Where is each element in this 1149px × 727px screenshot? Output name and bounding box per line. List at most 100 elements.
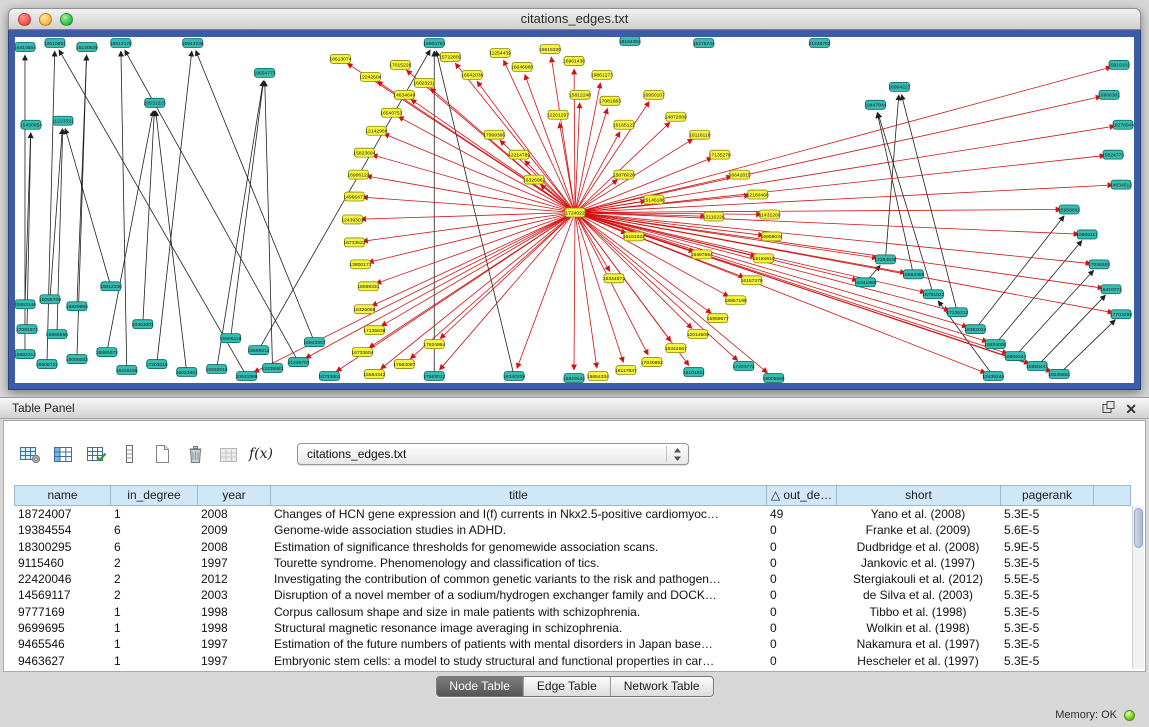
graph-node[interactable]: 16326059 [353,305,375,314]
float-panel-icon[interactable] [1102,399,1115,419]
graph-node[interactable]: 16904763 [423,38,445,47]
graph-node[interactable]: 19861273 [591,70,613,79]
graph-node[interactable]: 15932016 [206,365,228,374]
graph-node[interactable]: 16904227 [888,82,910,91]
cell-short[interactable]: de Silva et al. (2003) [836,587,1000,603]
graph-node[interactable]: 16410771 [1100,285,1122,294]
cell-name[interactable]: 18300295 [14,539,110,555]
table-settings-button[interactable] [17,441,43,467]
cell-year[interactable]: 1997 [197,636,270,652]
graph-node[interactable]: 17015226 [389,60,411,69]
cell-name[interactable]: 18724007 [14,506,110,522]
function-builder-button[interactable]: f(x) [248,441,274,467]
graph-node[interactable]: 12116228 [703,212,725,221]
graph-node[interactable]: 15506722 [36,360,58,369]
graph-node[interactable]: 18613074 [329,54,351,63]
graph-node[interactable]: 17703298 [1110,310,1132,319]
cell-short[interactable]: Stergiakouli et al. (2012) [836,571,1000,587]
window-titlebar[interactable]: citations_edges.txt [8,8,1141,30]
cell-short[interactable]: Franke et al. (2009) [836,522,1000,538]
graph-node[interactable]: 16326962 [523,175,545,184]
graph-node[interactable]: 17663087 [393,360,415,369]
graph-node[interactable]: 15615320 [539,44,561,53]
graph-node[interactable]: 17135278 [709,150,731,159]
cell-pagerank[interactable]: 5.3E-5 [1000,604,1093,620]
edit-table-button[interactable] [83,441,109,467]
cell-short[interactable]: Yano et al. (2008) [836,506,1000,522]
cell-pagerank[interactable]: 5.3E-5 [1000,620,1093,636]
cell-name[interactable]: 9465546 [14,636,110,652]
graph-node[interactable]: 15919102 [1108,60,1130,69]
cell-out_degree[interactable]: 0 [766,653,836,669]
graph-node[interactable]: 15824006 [984,340,1006,349]
cell-year[interactable]: 1997 [197,555,270,571]
graph-node[interactable]: 20463146 [15,300,36,309]
import-table-button[interactable] [215,441,241,467]
graph-node[interactable]: 16116155 [116,366,138,375]
graph-node[interactable]: 21248752 [809,38,831,47]
graph-node[interactable]: 16157278 [741,276,763,285]
scrollbar-thumb[interactable] [1134,508,1143,548]
table-scrollbar[interactable] [1132,506,1144,669]
graph-node[interactable]: 15722805 [439,52,461,61]
cell-name[interactable]: 9115460 [14,555,110,571]
graph-node[interactable]: 17663012 [423,372,445,381]
graph-node[interactable]: 16943236 [182,38,204,47]
table-row[interactable]: 1456911722003Disruption of a novel membe… [14,587,1131,603]
graph-node[interactable]: 15654342 [363,370,385,379]
cell-year[interactable]: 2003 [197,587,270,603]
graph-node[interactable]: 15276744 [693,38,715,47]
graph-node[interactable]: 16382024 [964,325,986,334]
graph-node[interactable]: 17036553 [1088,260,1110,269]
cell-title[interactable]: Structural magnetic resonance image aver… [270,620,766,636]
graph-node[interactable]: 16906117 [1076,230,1098,239]
column-header-year[interactable]: year [198,486,271,505]
graph-node[interactable]: 16682366 [902,270,924,279]
cell-pagerank[interactable]: 5.3E-5 [1000,636,1093,652]
cell-name[interactable]: 9699695 [14,620,110,636]
graph-node[interactable]: 17999366 [483,130,505,139]
add-column-button[interactable] [116,441,142,467]
cell-in_degree[interactable]: 1 [110,620,197,636]
cell-pagerank[interactable]: 5.5E-5 [1000,571,1093,587]
graph-node[interactable]: 16912178 [110,38,132,47]
table-row[interactable]: 1830029562008Estimation of significance … [14,539,1131,555]
graph-node[interactable]: 15184619 [753,254,775,263]
graph-node[interactable]: 16950441 [1026,362,1048,371]
graph-node[interactable]: 19278044 [1112,120,1134,129]
graph-node[interactable]: 19447944 [864,100,886,109]
graph-node[interactable]: 19005033 [66,355,88,364]
close-panel-icon[interactable]: ✕ [1125,398,1137,420]
graph-node[interactable]: 20463001 [132,320,154,329]
graph-node[interactable]: 12201297 [547,110,569,119]
graph-node[interactable]: 16161022 [623,232,645,241]
graph-node[interactable]: 16101811 [683,368,705,377]
graph-node[interactable]: 14872009 [665,112,687,121]
graph-node[interactable]: 16344557 [665,344,687,353]
table-row[interactable]: 977716911998Corpus callosum shape and si… [14,604,1131,620]
cell-name[interactable]: 9463627 [14,653,110,669]
graph-node[interactable]: 17135212 [946,308,968,317]
graph-node[interactable]: 15344573 [603,274,625,283]
graph-node[interactable]: 18698012 [248,346,270,355]
cell-short[interactable]: Hescheler et al. (1997) [836,653,1000,669]
graph-node[interactable]: 16959556 [46,330,68,339]
cell-in_degree[interactable]: 1 [110,636,197,652]
cell-out_degree[interactable]: 0 [766,555,836,571]
cell-title[interactable]: Investigating the contribution of common… [270,571,766,587]
graph-node[interactable]: 16140629 [76,42,98,51]
graph-node[interactable]: 16950107 [643,90,665,99]
graph-node[interactable]: 16023801 [176,368,198,377]
cell-year[interactable]: 1998 [197,604,270,620]
graph-node[interactable]: 16906344 [1004,352,1026,361]
cell-in_degree[interactable]: 1 [110,604,197,620]
cell-title[interactable]: Changes of HCN gene expression and I(f) … [270,506,766,522]
graph-node[interactable]: 16117837 [615,366,637,375]
graph-node[interactable]: 17624954 [423,340,445,349]
graph-node[interactable]: 16906122 [347,170,369,179]
cell-short[interactable]: Wolkin et al. (1998) [836,620,1000,636]
graph-node[interactable]: 12610651 [44,38,66,47]
tab-edge-table[interactable]: Edge Table [523,677,610,696]
graph-node[interactable]: 12439301 [341,215,363,224]
graph-node[interactable]: 21248703 [287,358,309,367]
